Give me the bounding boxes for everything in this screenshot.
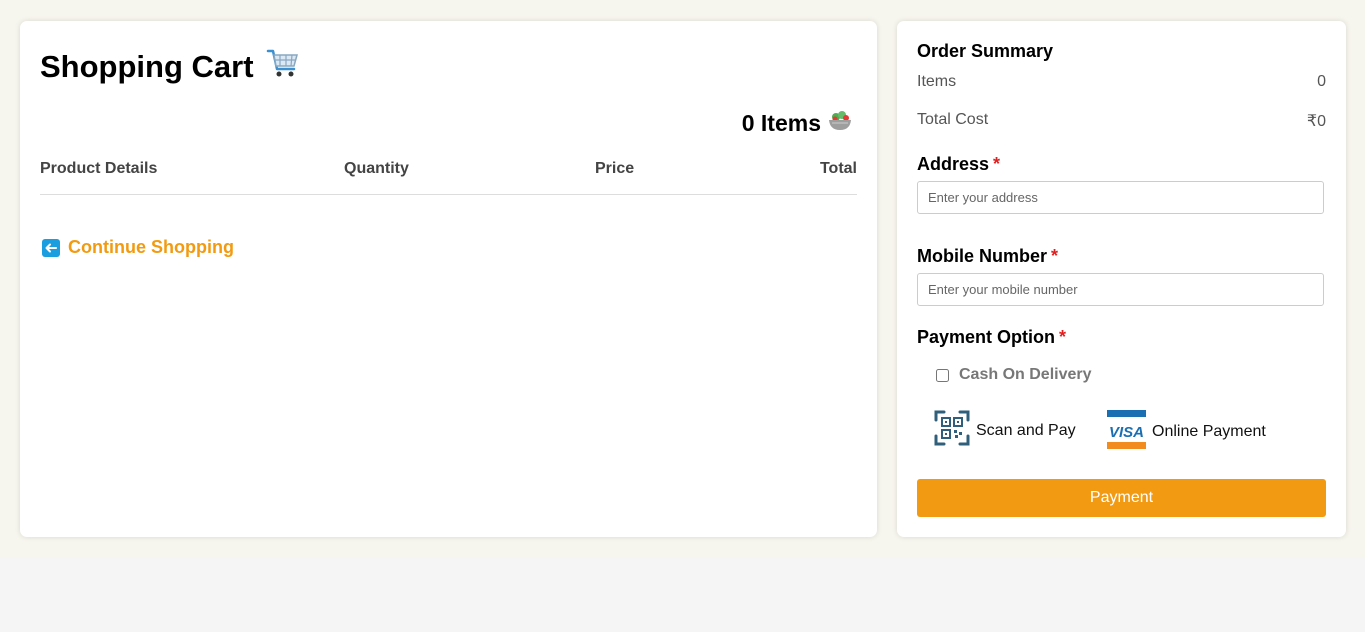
items-label: Items — [917, 73, 957, 90]
address-label: Address * — [917, 154, 1000, 175]
total-cost-row: Total Cost ₹0 — [917, 111, 1326, 131]
column-quantity: Quantity — [344, 160, 409, 177]
column-total: Total — [819, 160, 857, 177]
address-input[interactable] — [917, 181, 1324, 214]
order-summary-title: Order Summary — [917, 41, 1054, 61]
cart-panel: Shopping Cart 0 Items Product Details Qu… — [20, 21, 877, 537]
total-cost-label: Total Cost — [917, 111, 989, 128]
column-price: Price — [595, 160, 635, 177]
items-row: Items 0 — [917, 73, 1326, 91]
cash-on-delivery-label: Cash On Delivery — [959, 366, 1092, 383]
visa-card-icon: VISA — [1107, 410, 1146, 454]
cart-title-text: Shopping Cart — [40, 49, 254, 84]
header-divider — [40, 194, 857, 195]
qr-scan-icon — [934, 410, 970, 451]
visa-text: VISA — [1109, 424, 1144, 441]
scan-and-pay-option[interactable]: Scan and Pay — [934, 410, 1076, 451]
back-arrow-icon — [42, 238, 60, 257]
items-count: 0 Items — [742, 107, 853, 139]
required-mark: * — [993, 154, 1001, 174]
order-summary-panel: Order Summary Items 0 Total Cost ₹0 Addr… — [897, 21, 1346, 537]
address-label-text: Address — [917, 154, 990, 174]
cash-on-delivery-checkbox[interactable] — [936, 368, 949, 382]
salad-bowl-icon — [827, 107, 853, 139]
items-count-text: 0 Items — [741, 109, 821, 136]
shopping-cart-icon — [266, 47, 300, 87]
mobile-number-label: Mobile Number * — [917, 246, 1058, 267]
continue-shopping-label: Continue Shopping — [68, 237, 234, 257]
payment-option-label: Payment Option * — [917, 327, 1066, 348]
required-mark: * — [1051, 246, 1059, 266]
mobile-number-label-text: Mobile Number — [917, 246, 1048, 266]
continue-shopping-link[interactable]: Continue Shopping — [42, 237, 234, 258]
mobile-number-input[interactable] — [917, 273, 1324, 306]
cart-title: Shopping Cart — [40, 47, 300, 87]
total-cost-value: ₹0 — [1306, 113, 1326, 130]
payment-option-label-text: Payment Option — [917, 327, 1056, 347]
payment-button[interactable]: Payment — [917, 479, 1326, 517]
required-mark: * — [1059, 327, 1067, 347]
items-value: 0 — [1317, 73, 1326, 90]
online-payment-label: Online Payment — [1152, 423, 1266, 440]
online-payment-option[interactable]: VISA Online Payment — [1107, 410, 1266, 454]
cash-on-delivery-option[interactable]: Cash On Delivery — [936, 366, 1092, 384]
scan-and-pay-label: Scan and Pay — [976, 421, 1076, 439]
column-product-details: Product Details — [40, 160, 158, 177]
